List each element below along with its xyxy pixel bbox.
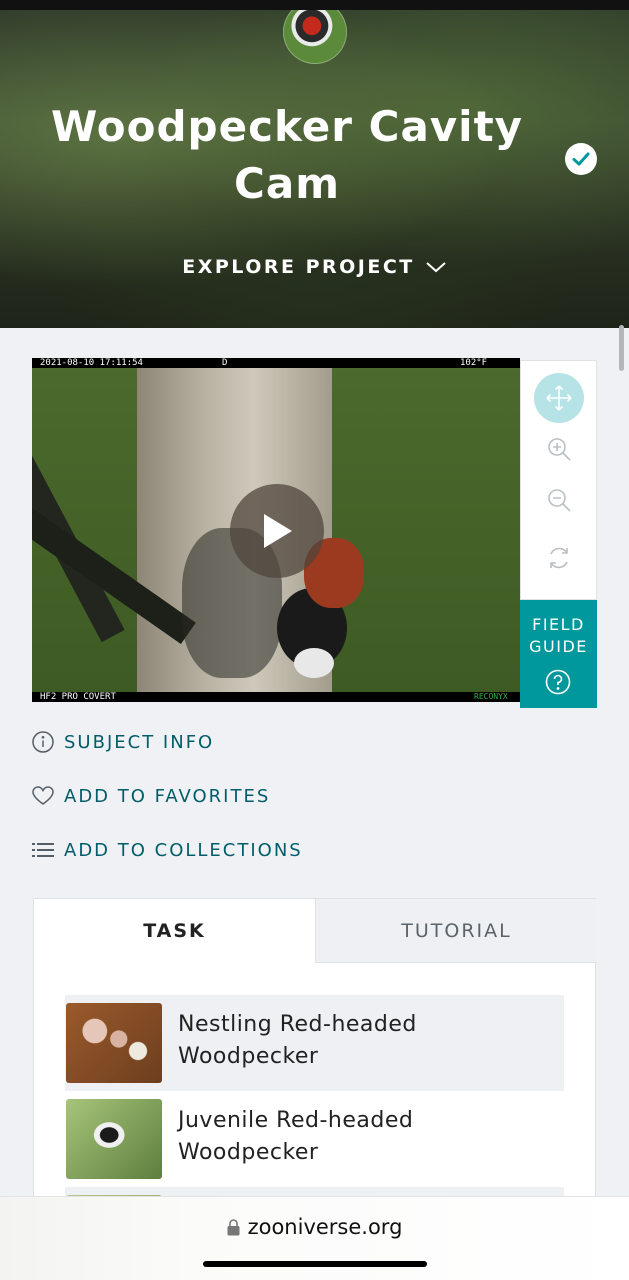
zoom-in-icon	[548, 438, 571, 461]
heart-icon	[32, 785, 54, 807]
camera-model: HF2 PRO COVERT	[40, 692, 116, 702]
move-tool-button[interactable]	[534, 373, 584, 423]
choice-item[interactable]: Juvenile Red-headed Woodpecker	[65, 1091, 564, 1187]
field-guide-label-line2: GUIDE	[529, 637, 588, 656]
subject-info-button[interactable]: SUBJECT INFO	[32, 728, 214, 756]
choice-item[interactable]: Nestling Red-headed Woodpecker	[65, 995, 564, 1091]
camera-overlay-bottom: HF2 PRO COVERT RECONYX	[32, 692, 520, 702]
juvenile-thumbnail	[66, 1099, 162, 1179]
chevron-down-icon	[425, 257, 447, 279]
choice-label: Nestling Red-headed Woodpecker	[178, 1009, 548, 1073]
camera-overlay-top: 2021-08-10 17:11:54 D 102°F	[32, 358, 520, 368]
add-to-favorites-label: ADD TO FAVORITES	[64, 785, 271, 807]
field-guide-button[interactable]: FIELD GUIDE	[520, 600, 597, 708]
project-header: Woodpecker Cavity Cam EXPLORE PROJECT	[0, 10, 629, 328]
address-bar[interactable]: zooniverse.org	[0, 1215, 629, 1241]
browser-bottom-bar: zooniverse.org	[0, 1196, 629, 1280]
field-guide-label-line1: FIELD	[532, 615, 585, 634]
subject-image[interactable]: 2021-08-10 17:11:54 D 102°F HF2 PRO COVE…	[32, 358, 520, 702]
zoom-out-icon	[548, 489, 571, 512]
field-guide-label: FIELD GUIDE	[520, 614, 597, 658]
lock-icon	[227, 1217, 240, 1241]
woodpecker-wing	[294, 648, 334, 678]
info-icon	[32, 731, 54, 753]
choice-label-line1: Juvenile Red-headed	[178, 1108, 414, 1133]
add-to-favorites-button[interactable]: ADD TO FAVORITES	[32, 782, 270, 810]
explore-project-button[interactable]: EXPLORE PROJECT	[0, 256, 629, 279]
play-icon	[264, 514, 292, 548]
subject-info-label: SUBJECT INFO	[64, 731, 215, 753]
explore-project-label: EXPLORE PROJECT	[182, 256, 415, 278]
status-bar	[0, 0, 629, 10]
choice-label-line2: Woodpecker	[178, 1140, 319, 1165]
verified-checkmark-icon	[565, 143, 597, 175]
move-arrows-icon	[546, 385, 572, 411]
choice-label: Juvenile Red-headed Woodpecker	[178, 1105, 548, 1169]
nestling-thumbnail	[66, 1003, 162, 1083]
camera-temperature: 102°F	[460, 358, 488, 368]
choice-label-line2: Woodpecker	[178, 1044, 319, 1069]
list-icon	[32, 839, 54, 861]
add-to-collections-button[interactable]: ADD TO COLLECTIONS	[32, 836, 303, 864]
camera-mode: D	[222, 358, 228, 368]
camera-brand: RECONYX	[474, 692, 508, 701]
page-scrollbar[interactable]	[619, 325, 624, 371]
image-toolbar	[520, 360, 597, 600]
choice-label-line1: Nestling Red-headed	[178, 1012, 417, 1037]
project-title: Woodpecker Cavity Cam	[50, 102, 524, 208]
rotate-icon	[550, 547, 568, 569]
rotate-button[interactable]	[534, 533, 584, 583]
play-button[interactable]	[230, 484, 324, 578]
url-text: zooniverse.org	[247, 1215, 403, 1239]
zoom-in-button[interactable]	[534, 424, 584, 474]
add-to-collections-label: ADD TO COLLECTIONS	[64, 839, 303, 861]
camera-timestamp: 2021-08-10 17:11:54	[40, 358, 143, 368]
tab-task[interactable]: TASK	[34, 899, 315, 963]
help-question-icon	[545, 669, 571, 695]
tab-tutorial[interactable]: TUTORIAL	[315, 899, 597, 963]
zoom-out-button[interactable]	[534, 475, 584, 525]
home-indicator[interactable]	[203, 1261, 427, 1267]
project-avatar[interactable]	[283, 10, 347, 64]
